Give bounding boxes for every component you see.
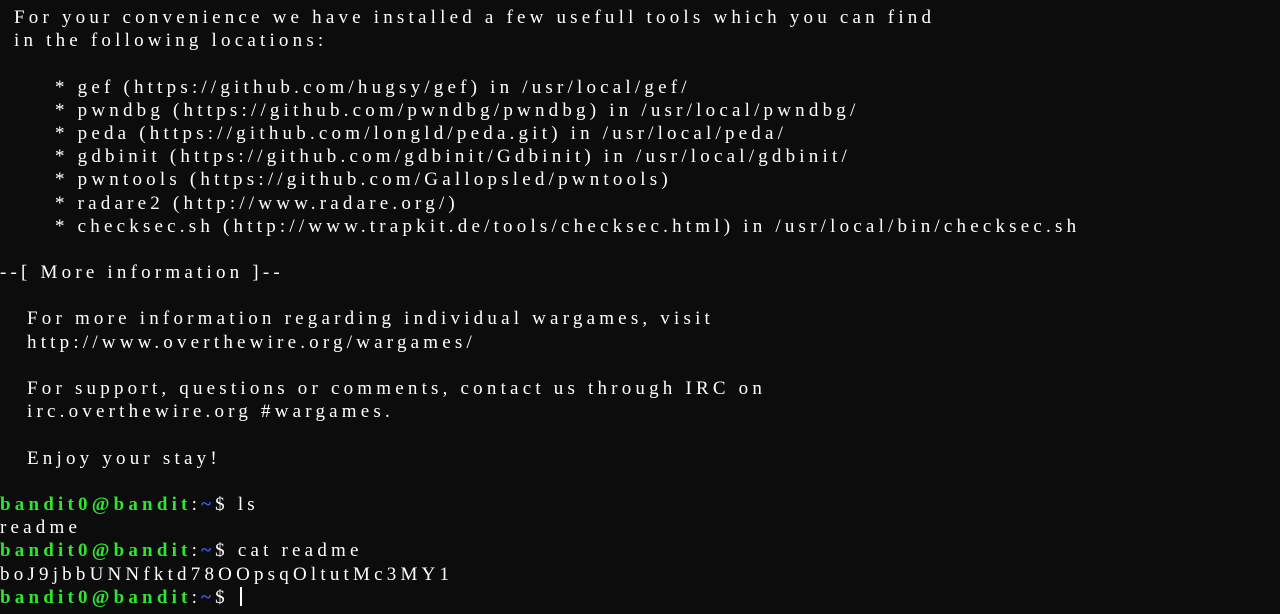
command-output: boJ9jbbUNNfktd78OOpsqOltutMc3MY1 [0,563,454,585]
intro-line: in the following locations: [14,30,328,52]
info-line: http://www.overthewire.org/wargames/ [27,331,476,353]
tool-item: * radare2 (http://www.radare.org/) [55,192,459,214]
intro-line: For your convenience we have installed a… [14,7,936,28]
prompt-path: ~ [201,540,216,562]
prompt-user-host: bandit0@bandit [0,540,192,562]
prompt-separator: : [191,586,202,608]
tool-item: * pwntools (https://github.com/Gallopsle… [55,169,672,191]
tool-item: * peda (https://github.com/longld/peda.g… [55,122,788,144]
prompt-path: ~ [201,493,216,515]
tool-item: * pwndbg (https://github.com/pwndbg/pwnd… [55,99,860,121]
prompt-line: bandit0@bandit:~$ ls [0,493,1280,516]
tool-item: * gdbinit (https://github.com/gdbinit/Gd… [55,146,851,168]
command-text: cat readme [237,540,363,562]
prompt-separator: : [191,493,202,515]
tool-item: * gef (https://github.com/hugsy/gef) in … [55,76,691,98]
info-line: For more information regarding individua… [27,308,715,330]
prompt-line: bandit0@bandit:~$ cat readme [0,539,1280,562]
text-cursor [239,586,242,606]
prompt-separator: : [191,540,202,562]
prompt-symbol: $ [215,540,229,562]
active-prompt-line[interactable]: bandit0@bandit:~$ [0,586,1280,609]
terminal-window[interactable]: For your convenience we have installed a… [0,0,1280,614]
prompt-symbol: $ [215,493,229,515]
command-text: ls [237,493,259,515]
prompt-symbol: $ [215,586,229,608]
prompt-user-host: bandit0@bandit [0,586,192,608]
support-line: For support, questions or comments, cont… [27,378,767,399]
enjoy-line: Enjoy your stay! [27,447,221,469]
support-line: irc.overthewire.org #wargames. [27,401,394,423]
tool-item: * checksec.sh (http://www.trapkit.de/too… [55,215,1081,237]
prompt-path: ~ [201,586,216,608]
section-heading: --[ More information ]-- [0,262,284,284]
command-output: readme [0,517,82,539]
prompt-user-host: bandit0@bandit [0,493,192,515]
